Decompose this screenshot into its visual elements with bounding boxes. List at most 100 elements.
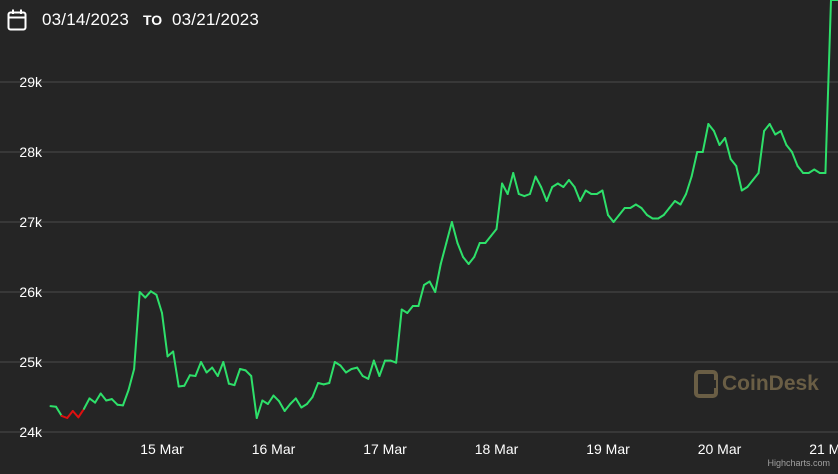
series-segment bbox=[406, 305, 414, 314]
series-segment bbox=[456, 242, 465, 258]
series-segment bbox=[751, 172, 760, 181]
series-segment bbox=[473, 242, 481, 258]
coindesk-watermark: CoinDesk bbox=[722, 372, 819, 395]
series-segment bbox=[528, 175, 537, 195]
series-segment bbox=[735, 165, 743, 192]
series-segment bbox=[790, 151, 799, 167]
series-segment bbox=[467, 256, 476, 265]
series-segment bbox=[88, 397, 97, 404]
series-segment bbox=[746, 179, 754, 188]
series-segment bbox=[768, 123, 777, 136]
series-segment bbox=[506, 172, 515, 195]
series-segment bbox=[417, 284, 426, 307]
highcharts-credit[interactable]: Highcharts.com bbox=[767, 458, 830, 468]
series-segment bbox=[200, 361, 208, 374]
series-segment bbox=[579, 189, 587, 202]
series-segment bbox=[724, 137, 732, 160]
series-segment bbox=[339, 364, 347, 374]
series-segment bbox=[367, 359, 375, 380]
y-tick-label: 28k bbox=[19, 144, 43, 160]
series-segment bbox=[679, 193, 688, 206]
series-segment bbox=[785, 144, 793, 153]
y-tick-label: 26k bbox=[19, 284, 43, 300]
series-segment bbox=[133, 291, 141, 370]
series-segment bbox=[127, 368, 136, 391]
series-segment bbox=[99, 392, 108, 402]
series-segment bbox=[779, 130, 788, 146]
series-segment bbox=[205, 366, 214, 374]
series-segment bbox=[138, 291, 147, 299]
x-axis: 15 Mar 16 Mar 17 Mar 18 Mar 19 Mar 20 Mar 21 M… bbox=[140, 441, 838, 457]
series-segment bbox=[194, 361, 203, 377]
series-segment bbox=[450, 221, 459, 244]
x-tick-label: 15 Mar bbox=[140, 441, 184, 457]
y-tick-label: 29k bbox=[19, 74, 43, 90]
series-segment bbox=[729, 158, 738, 167]
series-segment bbox=[501, 182, 509, 195]
y-axis: 24k 25k 26k 27k 28k 29k bbox=[19, 74, 43, 440]
date-from[interactable]: 03/14/2023 bbox=[42, 10, 129, 30]
series-segment bbox=[395, 308, 403, 364]
series-segment bbox=[640, 207, 649, 216]
series-segment bbox=[250, 375, 258, 419]
series-segment bbox=[662, 207, 671, 216]
series-segment bbox=[434, 263, 442, 293]
series-segment bbox=[77, 407, 85, 419]
series-segment bbox=[278, 400, 286, 412]
to-label: TO bbox=[143, 12, 163, 28]
x-tick-label: 18 Mar bbox=[475, 441, 519, 457]
series-segment bbox=[82, 397, 91, 410]
series-segment bbox=[289, 397, 297, 405]
series-segment bbox=[266, 394, 275, 405]
series-segment bbox=[612, 214, 621, 223]
series-segment bbox=[796, 165, 805, 174]
series-segment bbox=[71, 410, 80, 419]
series-segment bbox=[183, 374, 191, 387]
date-to[interactable]: 03/21/2023 bbox=[172, 10, 259, 30]
series-segment bbox=[573, 186, 582, 202]
series-segment bbox=[428, 280, 437, 293]
series-segment bbox=[607, 214, 615, 223]
series-segment bbox=[172, 350, 180, 388]
series-segment bbox=[489, 228, 498, 237]
date-range-header: 03/14/2023 TO 03/21/2023 bbox=[0, 0, 838, 40]
series-segment bbox=[255, 399, 264, 419]
series-segment bbox=[216, 361, 225, 377]
series-segment bbox=[121, 389, 130, 407]
series-segment bbox=[712, 130, 721, 146]
series-segment bbox=[211, 366, 219, 377]
series-segment bbox=[283, 403, 292, 412]
series-segment bbox=[222, 361, 230, 385]
price-chart: 24k 25k 26k 27k 28k 29k 15 Mar 16 Mar 17 Mar 18 … bbox=[0, 0, 838, 457]
series-segment bbox=[110, 398, 119, 406]
series-segment bbox=[356, 366, 364, 377]
series-segment bbox=[55, 405, 63, 417]
series-segment bbox=[701, 123, 710, 153]
series-segment bbox=[567, 179, 576, 188]
series-segment bbox=[272, 394, 281, 403]
x-tick-label: 16 Mar bbox=[252, 441, 296, 457]
series-segment bbox=[305, 396, 314, 405]
series-segment bbox=[462, 256, 470, 265]
calendar-icon[interactable] bbox=[7, 9, 27, 31]
series-segment bbox=[328, 361, 336, 384]
price-series bbox=[49, 0, 838, 419]
series-segment bbox=[534, 175, 543, 188]
y-tick-label: 24k bbox=[19, 424, 43, 440]
series-segment bbox=[668, 200, 676, 209]
series-segment bbox=[294, 397, 303, 409]
series-segment bbox=[690, 151, 699, 178]
x-tick-label: 17 Mar bbox=[363, 441, 407, 457]
series-segment bbox=[445, 221, 453, 244]
series-segment bbox=[763, 123, 771, 132]
series-segment bbox=[378, 359, 386, 377]
series-segment bbox=[562, 179, 570, 188]
series-segment bbox=[372, 359, 381, 377]
x-tick-label: 19 Mar bbox=[586, 441, 630, 457]
series-segment bbox=[718, 137, 727, 146]
series-segment bbox=[233, 368, 242, 387]
x-tick-label: 20 Mar bbox=[698, 441, 742, 457]
series-segment bbox=[94, 392, 102, 404]
series-segment bbox=[685, 175, 693, 195]
series-segment bbox=[311, 382, 320, 398]
